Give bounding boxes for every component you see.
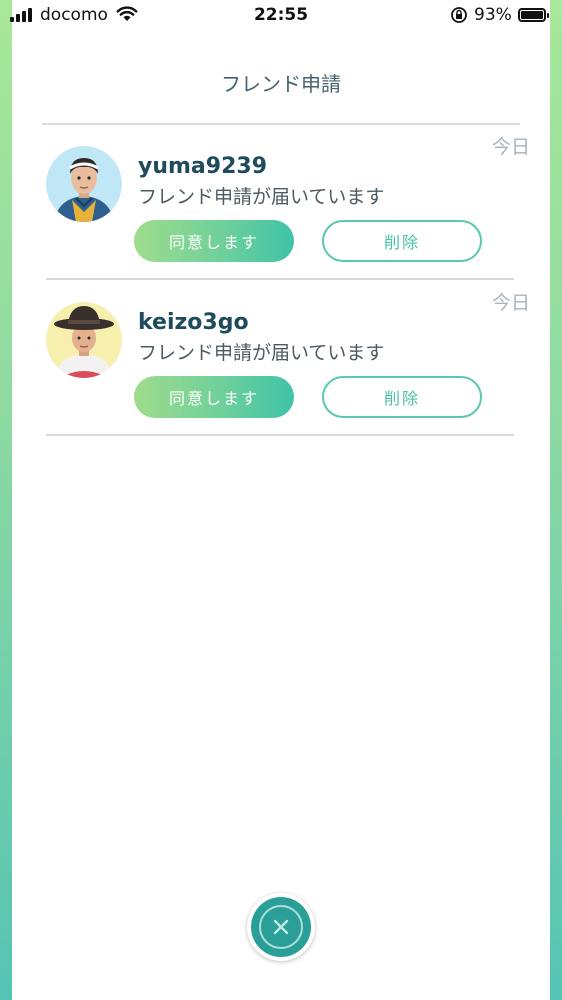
accept-button[interactable]: 同意します [134,376,294,418]
battery-icon [518,8,549,22]
delete-button[interactable]: 削除 [322,220,482,262]
friend-request-item: 今日 yuma9239 フレンド申請が届いています 同意します 削除 [0,124,562,274]
request-username: keizo3go [138,310,249,335]
request-date: 今日 [491,136,530,158]
avatar [46,302,122,378]
close-icon [273,919,289,935]
divider [46,434,514,436]
request-message: フレンド申請が届いています [138,186,385,208]
rotation-lock-icon [450,6,468,29]
delete-button[interactable]: 削除 [322,376,482,418]
request-username: yuma9239 [138,154,268,179]
page-title: フレンド申請 [221,72,341,96]
request-date: 今日 [491,292,530,314]
request-message: フレンド申請が届いています [138,342,385,364]
accept-button[interactable]: 同意します [134,220,294,262]
status-bar: docomo 22:55 93% [0,0,562,32]
battery-percent: 93% [474,5,512,25]
avatar [46,146,122,222]
friend-request-item: 今日 keizo3go フレンド申請が届いています 同意します 削除 [0,280,562,430]
close-button[interactable] [247,893,315,961]
